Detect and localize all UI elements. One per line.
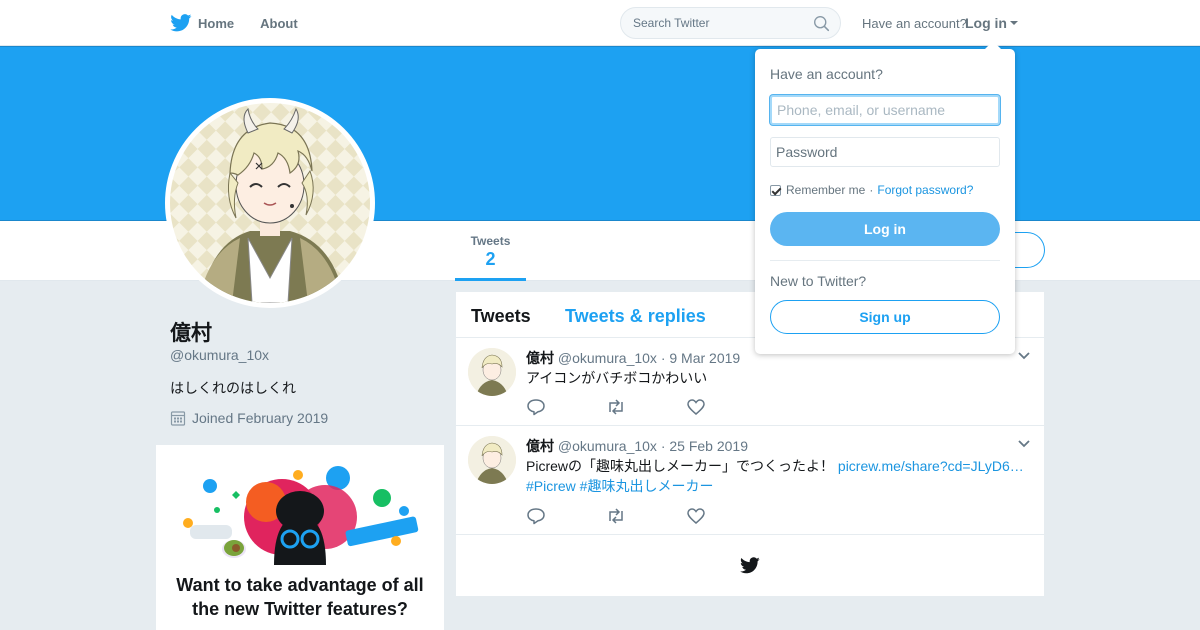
- stat-tweets[interactable]: Tweets 2: [455, 221, 526, 281]
- tweet-item[interactable]: 億村 @okumura_10x · 25 Feb 2019 Picrewの「趣味…: [456, 426, 1044, 535]
- tweet-avatar-image: [468, 436, 516, 484]
- separator-dot: ·: [869, 183, 874, 197]
- login-dropdown-heading: Have an account?: [770, 66, 883, 82]
- retweet-icon[interactable]: [606, 507, 626, 525]
- tab-tweets[interactable]: Tweets: [471, 306, 531, 327]
- login-link-label: Log in: [965, 15, 1007, 31]
- chevron-down-icon[interactable]: [1018, 440, 1030, 448]
- tweet-actions: [526, 398, 766, 416]
- tweet-header: 億村 @okumura_10x · 25 Feb 2019: [526, 436, 748, 456]
- tweet-hashtags[interactable]: #Picrew #趣味丸出しメーカー: [526, 478, 713, 494]
- tweet-author-handle[interactable]: @okumura_10x: [558, 438, 657, 454]
- like-icon[interactable]: [686, 398, 706, 416]
- twitter-bird-icon: [740, 557, 760, 574]
- promo-title: Want to take advantage of all the new Tw…: [176, 575, 424, 619]
- retweet-icon[interactable]: [606, 398, 626, 416]
- tweet-avatar-image: [468, 348, 516, 396]
- stat-tweets-value: 2: [485, 249, 496, 269]
- remember-me-checkbox[interactable]: [770, 184, 781, 196]
- tweet-author-name[interactable]: 億村: [526, 350, 554, 366]
- promo-card: Want to take advantage of all the new Tw…: [156, 445, 444, 630]
- search-box[interactable]: [620, 7, 841, 39]
- top-nav: Home About Have an account? Log in: [0, 0, 1200, 46]
- forgot-password-link[interactable]: Forgot password?: [877, 183, 973, 197]
- new-to-twitter-text: New to Twitter?: [770, 273, 867, 289]
- tweet-body: アイコンがバチボコかわいい: [526, 370, 708, 386]
- promo-illustration: [183, 466, 419, 565]
- divider: [770, 260, 1000, 261]
- login-dropdown-toggle[interactable]: Log in: [965, 15, 1018, 31]
- profile-joined: Joined February 2019: [170, 410, 328, 426]
- tweet-header: 億村 @okumura_10x · 9 Mar 2019: [526, 348, 740, 368]
- nav-about-label: About: [260, 15, 298, 31]
- have-account-text: Have an account?: [862, 16, 967, 31]
- caret-down-icon: [1010, 21, 1018, 25]
- avatar-illustration: [170, 103, 370, 303]
- tweet-author-handle[interactable]: @okumura_10x: [558, 350, 657, 366]
- tweet-avatar[interactable]: [468, 436, 516, 484]
- tweet-text: アイコンがバチボコかわいい: [526, 368, 1031, 388]
- login-dropdown: Have an account? Remember me · Forgot pa…: [755, 41, 1015, 354]
- search-icon[interactable]: [813, 15, 830, 32]
- avatar[interactable]: [165, 98, 375, 308]
- tweet-avatar[interactable]: [468, 348, 516, 396]
- tweet-link[interactable]: picrew.me/share?cd=JLyD6…: [838, 458, 1024, 474]
- profile-handle[interactable]: @okumura_10x: [170, 347, 269, 363]
- profile-bio: はしくれのはしくれ: [170, 380, 296, 396]
- joined-date: Joined February 2019: [192, 410, 329, 426]
- tweet-actions: [526, 507, 766, 525]
- nav-home[interactable]: Home: [170, 14, 234, 32]
- nav-left: Home About: [170, 0, 324, 46]
- chevron-down-icon[interactable]: [1018, 352, 1030, 360]
- nav-home-label: Home: [198, 15, 235, 31]
- login-button[interactable]: Log in: [770, 212, 1000, 246]
- remember-me-label[interactable]: Remember me: [786, 183, 865, 197]
- remember-row: Remember me · Forgot password?: [770, 183, 973, 197]
- reply-icon[interactable]: [526, 398, 546, 416]
- like-icon[interactable]: [686, 507, 706, 525]
- tab-tweets-replies[interactable]: Tweets & replies: [565, 306, 706, 327]
- twitter-bird-icon: [170, 14, 192, 32]
- stat-tweets-label: Tweets: [470, 234, 511, 248]
- tweet-date[interactable]: · 25 Feb 2019: [661, 438, 748, 454]
- calendar-icon: [170, 411, 186, 426]
- username-field[interactable]: [770, 95, 1000, 125]
- search-input[interactable]: [633, 16, 803, 30]
- signup-button[interactable]: Sign up: [770, 300, 1000, 334]
- tweet-body: Picrewの「趣味丸出しメーカー」でつくったよ！: [526, 458, 838, 474]
- timeline-footer: [456, 535, 1044, 596]
- tweet-date[interactable]: · 9 Mar 2019: [661, 350, 740, 366]
- reply-icon[interactable]: [526, 507, 546, 525]
- tweet-text: Picrewの「趣味丸出しメーカー」でつくったよ！ picrew.me/shar…: [526, 456, 1031, 496]
- password-field[interactable]: [770, 137, 1000, 167]
- profile-name: 億村: [170, 322, 212, 345]
- tweet-author-name[interactable]: 億村: [526, 438, 554, 454]
- nav-about[interactable]: About: [260, 16, 298, 31]
